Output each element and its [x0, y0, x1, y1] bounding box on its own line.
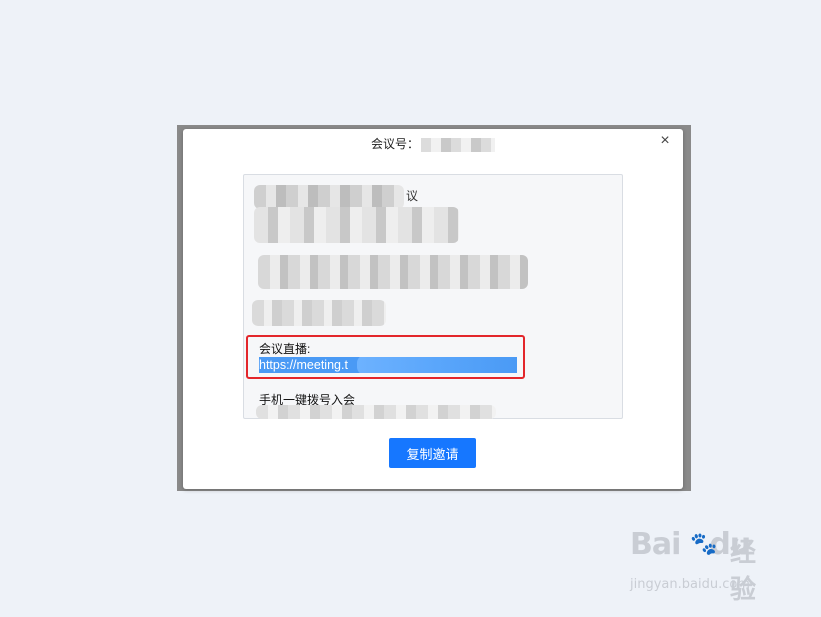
redacted-text [258, 255, 528, 289]
watermark-domain: jingyan.baidu.com [630, 577, 750, 592]
redacted-text [254, 185, 404, 209]
annotation-highlight-box [246, 335, 525, 379]
invite-text-panel[interactable]: 议 会议直播: https://meeting.t 手机一键拨号入会 [243, 174, 623, 419]
invite-fragment: 议 [406, 189, 419, 203]
baidu-jingyan-watermark: Bai du 🐾 经验 jingyan.baidu.com [630, 527, 780, 604]
dialog-title: 会议号： [183, 135, 683, 153]
meeting-id-redacted [421, 137, 495, 152]
redacted-text [254, 207, 459, 243]
close-icon[interactable]: × [657, 133, 673, 149]
invite-dialog: 会议号： × 议 会议直播: https://meeting.t 手机一键拨号入… [183, 129, 683, 489]
copy-invite-button[interactable]: 复制邀请 [389, 438, 476, 468]
paw-icon: 🐾 [690, 531, 718, 556]
watermark-cn: 经验 [730, 537, 757, 604]
meeting-id-label: 会议号： [370, 137, 419, 151]
redacted-text [252, 300, 386, 326]
redacted-text [256, 405, 496, 419]
